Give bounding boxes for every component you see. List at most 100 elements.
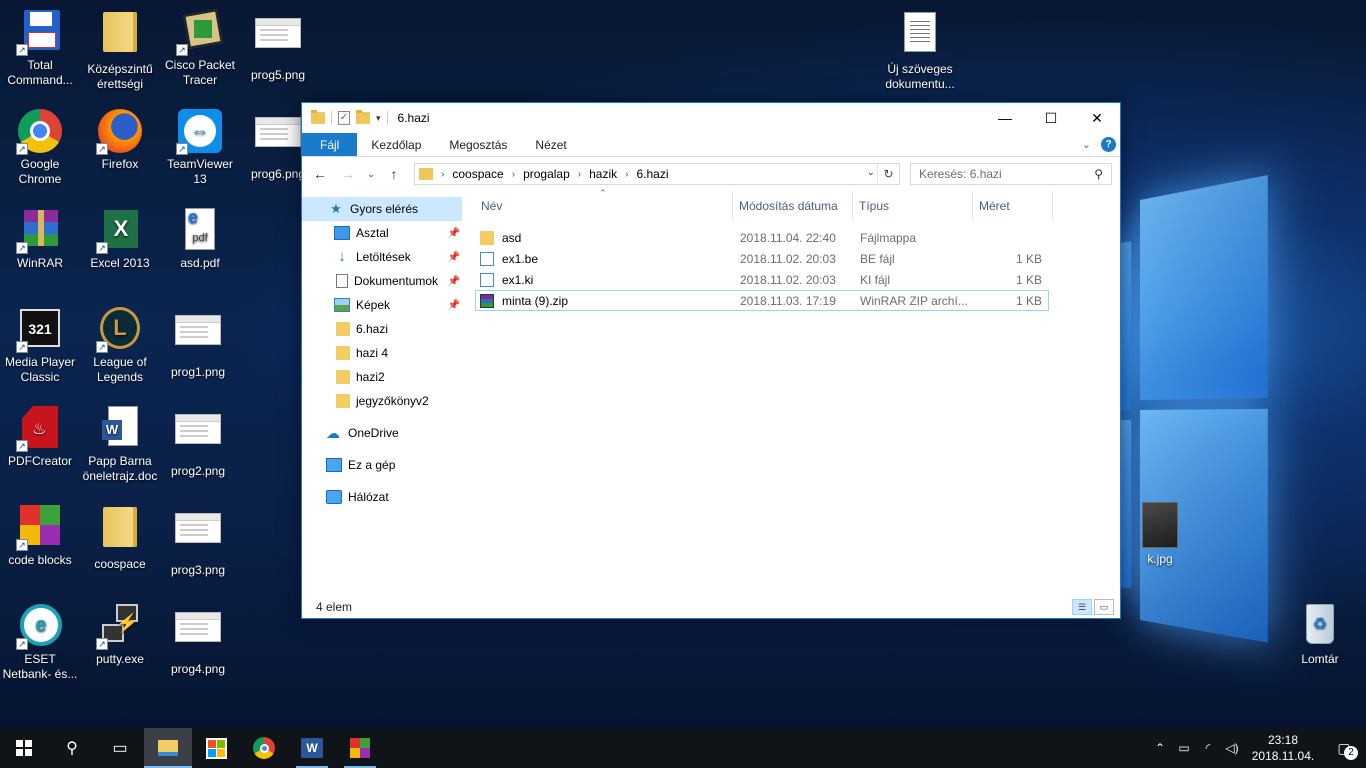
recent-locations-chevron-icon[interactable]: ⌄ bbox=[364, 169, 378, 180]
winrar-archive-icon bbox=[480, 293, 494, 308]
large-icons-view-icon[interactable]: ▭ bbox=[1094, 599, 1114, 615]
desktop-icon-uj-szoveges-dokumentum[interactable]: Új szöveges dokumentu... bbox=[880, 8, 960, 92]
nav-item-documents[interactable]: Dokumentumok 📌 bbox=[302, 269, 462, 293]
nav-item-6-hazi[interactable]: 6.hazi bbox=[302, 317, 462, 341]
breadcrumb-progalap[interactable]: progalap bbox=[523, 167, 570, 181]
minimize-button[interactable]: — bbox=[982, 103, 1028, 133]
desktop-icon-excel-2013[interactable]: X ↗ Excel 2013 bbox=[80, 206, 160, 271]
nav-item-quick-access[interactable]: ★ Gyors elérés bbox=[302, 197, 462, 221]
nav-item-pictures[interactable]: Képek 📌 bbox=[302, 293, 462, 317]
firefox-icon: ↗ bbox=[96, 107, 144, 155]
volume-icon[interactable]: ◁) bbox=[1220, 741, 1244, 755]
details-view-icon[interactable]: ☰ bbox=[1072, 599, 1092, 615]
show-hidden-icons-chevron-icon[interactable]: ⌃ bbox=[1148, 741, 1172, 755]
desktop-icon-papp-barna-oneletrajz[interactable]: W Papp Barna öneletrajz.doc bbox=[80, 404, 160, 484]
nav-item-jegyzokonyv2[interactable]: jegyzőkönyv2 bbox=[302, 389, 462, 413]
new-folder-icon[interactable] bbox=[356, 110, 370, 124]
desktop-icon-code-blocks[interactable]: ↗ code blocks bbox=[0, 503, 80, 568]
taskbar-word[interactable]: W bbox=[288, 728, 336, 768]
winrar-icon: ↗ bbox=[16, 206, 64, 254]
nav-item-network[interactable]: Hálózat bbox=[302, 485, 462, 509]
refresh-icon[interactable]: ↻ bbox=[877, 164, 899, 184]
file-explorer-window[interactable]: ✓ ▾ 6.hazi — ☐ ✕ Fájl Kezdőlap Megosztás… bbox=[301, 102, 1121, 619]
desktop-icon-prog2[interactable]: prog2.png bbox=[158, 404, 238, 479]
breadcrumb-hazik[interactable]: hazik bbox=[589, 167, 617, 181]
battery-icon[interactable]: ▭ bbox=[1172, 741, 1196, 755]
excel-icon: X ↗ bbox=[96, 206, 144, 254]
action-center-button[interactable]: ▢ 2 bbox=[1322, 728, 1366, 768]
search-input[interactable]: Keresés: 6.hazi ⚲ bbox=[910, 163, 1112, 185]
chevron-right-icon[interactable]: › bbox=[578, 169, 581, 180]
breadcrumb-coospace[interactable]: coospace bbox=[452, 167, 503, 181]
tab-file[interactable]: Fájl bbox=[302, 133, 358, 156]
file-row-minta-9-zip[interactable]: minta (9).zip 2018.11.03. 17:19 WinRAR Z… bbox=[475, 290, 1049, 311]
properties-icon[interactable]: ✓ bbox=[338, 111, 350, 125]
desktop-icon-prog4[interactable]: prog4.png bbox=[158, 602, 238, 677]
taskbar-store[interactable] bbox=[192, 728, 240, 768]
desktop-icon-kozepszintu-erettsegi[interactable]: Középszintű érettségi bbox=[80, 8, 160, 92]
title-bar[interactable]: ✓ ▾ 6.hazi — ☐ ✕ bbox=[302, 103, 1120, 133]
back-arrow-icon[interactable]: ← bbox=[308, 166, 332, 182]
desktop-icon-putty[interactable]: ⚡ ↗ putty.exe bbox=[80, 602, 160, 667]
desktop-icon-cisco-packet-tracer[interactable]: ↗ Cisco Packet Tracer bbox=[160, 8, 240, 88]
task-view-button[interactable]: ▭ bbox=[96, 728, 144, 768]
desktop-icon-prog5[interactable]: prog5.png bbox=[238, 8, 318, 83]
chevron-right-icon[interactable]: › bbox=[441, 169, 444, 180]
column-header-date[interactable]: Módosítás dátuma bbox=[733, 191, 853, 221]
expand-ribbon-chevron-icon[interactable]: ⌄ bbox=[1082, 138, 1091, 151]
breadcrumb-6-hazi[interactable]: 6.hazi bbox=[636, 167, 668, 181]
desktop-icon-teamviewer[interactable]: ⇔ ↗ TeamViewer 13 bbox=[160, 107, 240, 187]
taskbar-code-blocks[interactable] bbox=[336, 728, 384, 768]
tab-share[interactable]: Megosztás bbox=[435, 133, 521, 156]
chevron-right-icon[interactable]: › bbox=[512, 169, 515, 180]
nav-item-this-pc[interactable]: Ez a gép bbox=[302, 453, 462, 477]
taskbar-file-explorer[interactable] bbox=[144, 728, 192, 768]
search-button[interactable]: ⚲ bbox=[48, 728, 96, 768]
column-header-size[interactable]: Méret bbox=[973, 191, 1053, 221]
chevron-right-icon[interactable]: › bbox=[625, 169, 628, 180]
network-icon bbox=[326, 490, 342, 504]
desktop-icon-coospace[interactable]: coospace bbox=[80, 503, 160, 572]
desktop-icon-media-player-classic[interactable]: 321 ↗ Media Player Classic bbox=[0, 305, 80, 385]
maximize-button[interactable]: ☐ bbox=[1028, 103, 1074, 133]
desktop-icon-total-commander[interactable]: ↗ Total Command... bbox=[0, 8, 80, 88]
file-row-asd[interactable]: asd 2018.11.04. 22:40 Fájlmappa bbox=[475, 227, 1049, 248]
nav-item-desktop[interactable]: Asztal 📌 bbox=[302, 221, 462, 245]
start-button[interactable] bbox=[0, 728, 48, 768]
tab-home[interactable]: Kezdőlap bbox=[357, 133, 435, 156]
desktop-icon-eset-netbank[interactable]: e ↗ ESET Netbank- és... bbox=[0, 602, 80, 682]
column-header-name[interactable]: Név bbox=[463, 191, 733, 221]
address-bar[interactable]: › coospace › progalap › hazik › 6.hazi ⌄… bbox=[414, 163, 900, 185]
forward-arrow-icon[interactable]: → bbox=[336, 166, 360, 182]
desktop-icon-lomtar[interactable]: ♻ Lomtár bbox=[1280, 602, 1360, 667]
desktop-icon-k-jpg[interactable]: k.jpg bbox=[1120, 502, 1200, 567]
address-dropdown-chevron-icon[interactable]: ⌄ bbox=[867, 167, 875, 178]
desktop-icon-google-chrome[interactable]: ↗ Google Chrome bbox=[0, 107, 80, 187]
desktop-icon-asd-pdf[interactable]: pdf e asd.pdf bbox=[160, 206, 240, 271]
nav-item-downloads[interactable]: ↓ Letöltések 📌 bbox=[302, 245, 462, 269]
nav-item-onedrive[interactable]: ☁ OneDrive bbox=[302, 421, 462, 445]
file-row-ex1-ki[interactable]: ex1.ki 2018.11.02. 20:03 KI fájl 1 KB bbox=[475, 269, 1049, 290]
close-button[interactable]: ✕ bbox=[1074, 103, 1120, 133]
search-icon[interactable]: ⚲ bbox=[1094, 167, 1103, 181]
clock-date: 2018.11.04. bbox=[1251, 749, 1315, 763]
desktop-icon-winrar[interactable]: ↗ WinRAR bbox=[0, 206, 80, 271]
help-icon[interactable]: ? bbox=[1101, 137, 1116, 152]
store-bag-icon bbox=[205, 737, 227, 759]
nav-item-hazi-4[interactable]: hazi 4 bbox=[302, 341, 462, 365]
desktop-icon-pdfcreator[interactable]: ♨ ↗ PDFCreator bbox=[0, 404, 80, 469]
file-list-pane[interactable]: ⌃ Név Módosítás dátuma Típus Méret asd 2… bbox=[462, 188, 1120, 596]
tab-view[interactable]: Nézet bbox=[521, 133, 580, 156]
desktop-icon-firefox[interactable]: ↗ Firefox bbox=[80, 107, 160, 172]
clock[interactable]: 23:18 2018.11.04. bbox=[1244, 732, 1322, 764]
up-arrow-icon[interactable]: ↑ bbox=[382, 166, 406, 182]
nav-item-hazi2[interactable]: hazi2 bbox=[302, 365, 462, 389]
desktop-icon-prog3[interactable]: prog3.png bbox=[158, 503, 238, 578]
file-row-ex1-be[interactable]: ex1.be 2018.11.02. 20:03 BE fájl 1 KB bbox=[475, 248, 1049, 269]
customize-toolbar-dropdown-icon[interactable]: ▾ bbox=[376, 113, 381, 124]
desktop-icon-prog1[interactable]: prog1.png bbox=[158, 305, 238, 380]
taskbar-chrome[interactable] bbox=[240, 728, 288, 768]
column-header-type[interactable]: Típus bbox=[853, 191, 973, 221]
wifi-icon[interactable]: ◜ bbox=[1196, 741, 1220, 755]
desktop-icon-league-of-legends[interactable]: L ↗ League of Legends bbox=[80, 305, 160, 385]
